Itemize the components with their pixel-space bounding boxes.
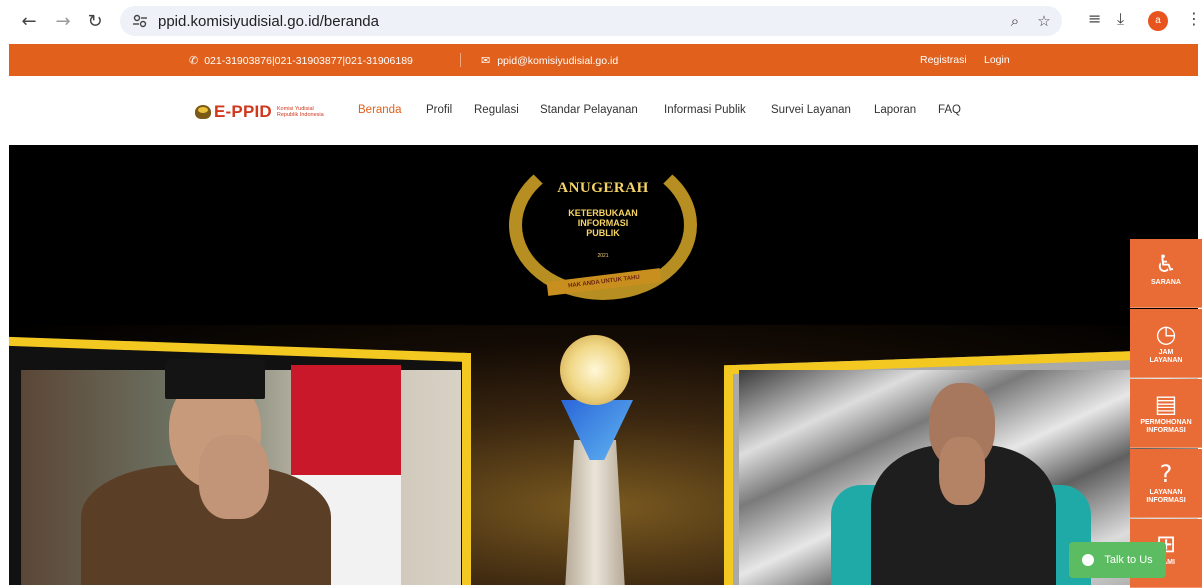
award-line-2: INFORMASI — [577, 218, 629, 228]
nav-laporan[interactable]: Laporan — [874, 104, 916, 116]
award-line-3: PUBLIK — [586, 228, 620, 238]
document-edit-icon: ▤ — [1154, 390, 1178, 418]
question-circle-icon: ? — [1159, 460, 1173, 488]
hero-banner: ANUGERAH KETERBUKAAN INFORMASI PUBLIK 20… — [9, 145, 1198, 585]
menu-icon[interactable]: ⋮ — [1186, 9, 1202, 28]
forward-icon[interactable]: → — [50, 8, 76, 34]
chat-bubble-icon — [1082, 554, 1095, 566]
logo-sub-line2: Republik Indonesia — [276, 112, 324, 118]
side-permohonan-label: PERMOHONAN INFORMASI — [1140, 419, 1192, 434]
login-link[interactable]: Login — [984, 54, 1010, 66]
nav-standar-pelayanan[interactable]: Standar Pelayanan — [540, 104, 638, 116]
phone-numbers: 021-31903876|021-31903877|021-31906189 — [204, 54, 413, 67]
side-jam-layanan[interactable]: ◷ JAM LAYANAN — [1130, 309, 1202, 378]
side-permohonan-informasi[interactable]: ▤ PERMOHONAN INFORMASI — [1130, 379, 1202, 448]
award-subtitle: KETERBUKAAN INFORMASI PUBLIK — [509, 208, 697, 238]
phone-icon: ✆ — [189, 55, 199, 67]
award-logo: ANUGERAH KETERBUKAAN INFORMASI PUBLIK 20… — [509, 150, 697, 300]
award-line-1: KETERBUKAAN — [568, 208, 638, 218]
nav-survei-layanan[interactable]: Survei Layanan — [771, 104, 851, 116]
left-person-cap — [165, 359, 265, 399]
clock-icon: ◷ — [1155, 320, 1177, 348]
nav-informasi-publik[interactable]: Informasi Publik — [664, 104, 746, 116]
email-icon: ✉ — [481, 55, 491, 67]
left-person-hands — [199, 435, 269, 519]
address-bar[interactable]: ppid.komisiyudisial.go.id/beranda ⌕ ☆ — [120, 6, 1062, 36]
download-icon[interactable]: ⤓ — [1117, 9, 1124, 29]
nav-profil[interactable]: Profil — [426, 104, 452, 116]
email-address[interactable]: ppid@komisiyudisial.go.id — [497, 55, 618, 67]
reload-icon[interactable]: ↻ — [82, 8, 108, 34]
logo-subtitle: Komisi Yudisial Republik Indonesia — [277, 106, 324, 119]
side-jam-label: JAM LAYANAN — [1149, 349, 1183, 364]
nav-beranda[interactable]: Beranda — [358, 104, 401, 116]
logo-sub-line1: Komisi Yudisial — [276, 105, 314, 112]
talk-to-us-label: Talk to Us — [1104, 554, 1153, 566]
wheelchair-icon: ♿ — [1155, 250, 1177, 278]
divider — [460, 53, 461, 67]
url-text[interactable]: ppid.komisiyudisial.go.id/beranda — [158, 13, 379, 30]
site-logo[interactable]: E-PPID Komisi Yudisial Republik Indonesi… — [195, 102, 324, 122]
back-icon[interactable]: ← — [16, 8, 42, 34]
browser-toolbar: ← → ↻ ppid.komisiyudisial.go.id/beranda … — [0, 0, 1202, 42]
nav-faq[interactable]: FAQ — [938, 104, 961, 116]
right-person-hands — [939, 437, 985, 505]
side-sarana[interactable]: ♿ SARANA — [1130, 239, 1202, 308]
trophy-base — [565, 440, 625, 585]
logo-name: E-PPID — [214, 102, 272, 121]
phone-info: ✆ 021-31903876|021-31903877|021-31906189 — [189, 54, 413, 68]
zoom-icon[interactable]: ⌕ — [1006, 12, 1024, 30]
register-link[interactable]: Registrasi — [920, 54, 967, 66]
profile-avatar[interactable]: a — [1148, 11, 1168, 31]
talk-to-us-button[interactable]: Talk to Us — [1069, 542, 1166, 578]
side-layanan-informasi[interactable]: ? LAYANAN INFORMASI — [1130, 449, 1202, 518]
award-year: 2021 — [597, 253, 609, 259]
site-settings-icon[interactable] — [132, 13, 148, 29]
logo-emblem-icon — [195, 105, 211, 119]
reading-list-icon[interactable]: ≡ — [1088, 9, 1101, 28]
side-sarana-label: SARANA — [1151, 279, 1181, 286]
side-layanan-label: LAYANAN INFORMASI — [1146, 489, 1186, 504]
nav-regulasi[interactable]: Regulasi — [474, 104, 519, 116]
trophy-emblem — [560, 335, 630, 405]
bookmark-star-icon[interactable]: ☆ — [1035, 12, 1053, 30]
contact-bar: ✆ 021-31903876|021-31903877|021-31906189… — [9, 44, 1198, 76]
main-navbar: E-PPID Komisi Yudisial Republik Indonesi… — [9, 76, 1198, 145]
email-info: ✉ ppid@komisiyudisial.go.id — [481, 54, 618, 68]
side-service-menu: ♿ SARANA ◷ JAM LAYANAN ▤ PERMOHONAN INFORM… — [1130, 239, 1202, 588]
award-title: ANUGERAH — [557, 180, 649, 196]
